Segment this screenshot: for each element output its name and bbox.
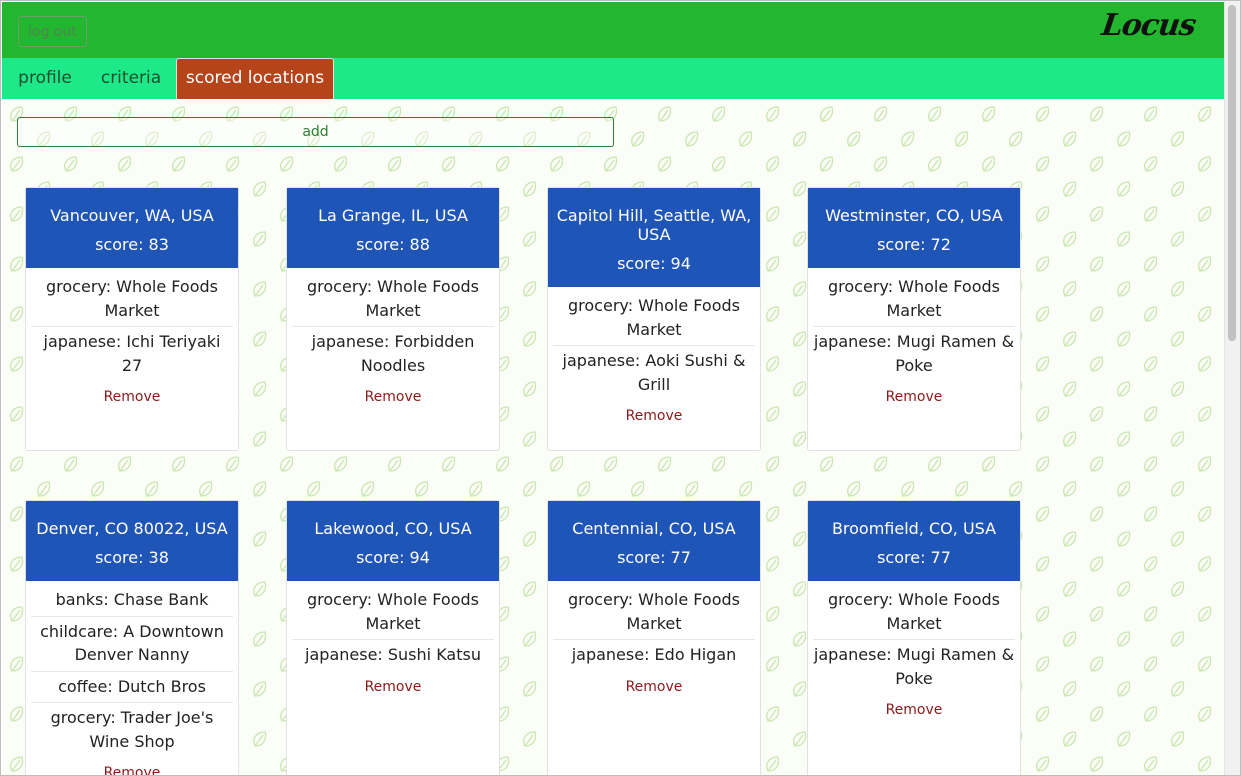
location-name: Lakewood, CO, USA (314, 519, 472, 538)
amenity-list: grocery: Whole Foods Market japanese: Mug… (808, 268, 1020, 381)
location-card-header: Westminster, CO, USA score: 72 (808, 188, 1020, 268)
tab-bar: profile criteria scored locations (2, 58, 1225, 99)
amenity-item: japanese: Edo Higan (571, 645, 737, 664)
scrollbar-thumb[interactable] (1228, 5, 1236, 341)
location-score: score: 77 (877, 548, 951, 567)
tab-criteria[interactable]: criteria (101, 58, 161, 99)
location-name: Vancouver, WA, USA (50, 206, 214, 225)
amenity-item: grocery: Whole Foods Market (813, 272, 1015, 327)
location-score: score: 83 (95, 235, 169, 254)
remove-location-link[interactable]: Remove (287, 389, 499, 405)
app-window: log out Locus profile criteria scored lo… (0, 0, 1241, 776)
location-card-header: Vancouver, WA, USA score: 83 (26, 188, 238, 268)
location-card: La Grange, IL, USA score: 88 grocery: Whol… (286, 187, 500, 451)
remove-location-link[interactable]: Remove (808, 389, 1020, 405)
location-name: Centennial, CO, USA (572, 519, 736, 538)
tab-scored-locations[interactable]: scored locations (176, 58, 334, 99)
location-card: Broomfield, CO, USA score: 77 grocery: Who… (807, 500, 1021, 775)
amenity-item: grocery: Whole Foods Market (292, 272, 494, 327)
amenity-list: grocery: Whole Foods Market japanese: Ich… (26, 268, 238, 381)
location-card-header: Lakewood, CO, USA score: 94 (287, 501, 499, 581)
amenity-list: grocery: Whole Foods Market japanese: Mug… (808, 581, 1020, 694)
amenity-item: japanese: Forbidden Noodles (311, 332, 475, 375)
amenity-list: grocery: Whole Foods Market japanese: Sus… (287, 581, 499, 671)
location-card: Westminster, CO, USA score: 72 grocery: Wh… (807, 187, 1021, 451)
location-name: Denver, CO 80022, USA (36, 519, 228, 538)
amenity-list: grocery: Whole Foods Market japanese: For… (287, 268, 499, 381)
location-card-header: La Grange, IL, USA score: 88 (287, 188, 499, 268)
location-card: Lakewood, CO, USA score: 94 grocery: Whole… (286, 500, 500, 775)
amenity-item: childcare: A Downtown Denver Nanny (31, 617, 233, 672)
amenity-item: grocery: Whole Foods Market (553, 291, 755, 346)
location-card: Denver, CO 80022, USA score: 38 banks: Cha… (25, 500, 239, 775)
locus-logo: Locus (1099, 8, 1198, 43)
location-card: Vancouver, WA, USA score: 83 grocery: Whol… (25, 187, 239, 451)
amenity-item: coffee: Dutch Bros (31, 672, 233, 703)
amenity-item: banks: Chase Bank (31, 585, 233, 617)
location-score: score: 94 (617, 254, 691, 273)
remove-location-link[interactable]: Remove (548, 679, 760, 695)
location-card-header: Denver, CO 80022, USA score: 38 (26, 501, 238, 581)
amenity-list: grocery: Whole Foods Market japanese: Aok… (548, 287, 760, 400)
location-name: Westminster, CO, USA (825, 206, 1003, 225)
remove-location-link[interactable]: Remove (26, 765, 238, 775)
location-name: Broomfield, CO, USA (831, 519, 997, 538)
amenity-item: grocery: Whole Foods Market (813, 585, 1015, 640)
location-card: Capitol Hill, Seattle, WA, USA score: 94 g… (547, 187, 761, 451)
vertical-scrollbar[interactable] (1224, 1, 1240, 775)
amenity-item: japanese: Sushi Katsu (305, 645, 481, 664)
amenity-item: grocery: Whole Foods Market (292, 585, 494, 640)
location-card: Centennial, CO, USA score: 77 grocery: Who… (547, 500, 761, 775)
location-name: La Grange, IL, USA (318, 206, 468, 225)
add-location-button[interactable]: add (17, 117, 614, 147)
amenity-item: japanese: Mugi Ramen & Poke (813, 332, 1015, 375)
location-score: score: 72 (877, 235, 951, 254)
logout-button[interactable]: log out (18, 16, 87, 47)
amenity-item: grocery: Whole Foods Market (553, 585, 755, 640)
amenity-list: grocery: Whole Foods Market japanese: Edo… (548, 581, 760, 671)
remove-location-link[interactable]: Remove (26, 389, 238, 405)
remove-location-link[interactable]: Remove (808, 702, 1020, 718)
location-card-header: Capitol Hill, Seattle, WA, USA score: 94 (548, 188, 760, 287)
amenity-list: banks: Chase Bank childcare: A Downtown D… (26, 581, 238, 757)
amenity-item: japanese: Ichi Teriyaki 27 (43, 332, 221, 375)
location-score: score: 88 (356, 235, 430, 254)
amenity-item: japanese: Aoki Sushi & Grill (562, 351, 746, 394)
top-bar: log out Locus (2, 2, 1225, 58)
location-score: score: 38 (95, 548, 169, 567)
location-name: Capitol Hill, Seattle, WA, USA (556, 206, 752, 244)
location-card-header: Broomfield, CO, USA score: 77 (808, 501, 1020, 581)
location-card-header: Centennial, CO, USA score: 77 (548, 501, 760, 581)
tab-profile[interactable]: profile (18, 58, 72, 99)
amenity-item: grocery: Whole Foods Market (31, 272, 233, 327)
amenity-item: grocery: Trader Joe's Wine Shop (50, 708, 214, 751)
location-score: score: 77 (617, 548, 691, 567)
remove-location-link[interactable]: Remove (287, 679, 499, 695)
location-score: score: 94 (356, 548, 430, 567)
remove-location-link[interactable]: Remove (548, 408, 760, 424)
amenity-item: japanese: Mugi Ramen & Poke (813, 645, 1015, 688)
